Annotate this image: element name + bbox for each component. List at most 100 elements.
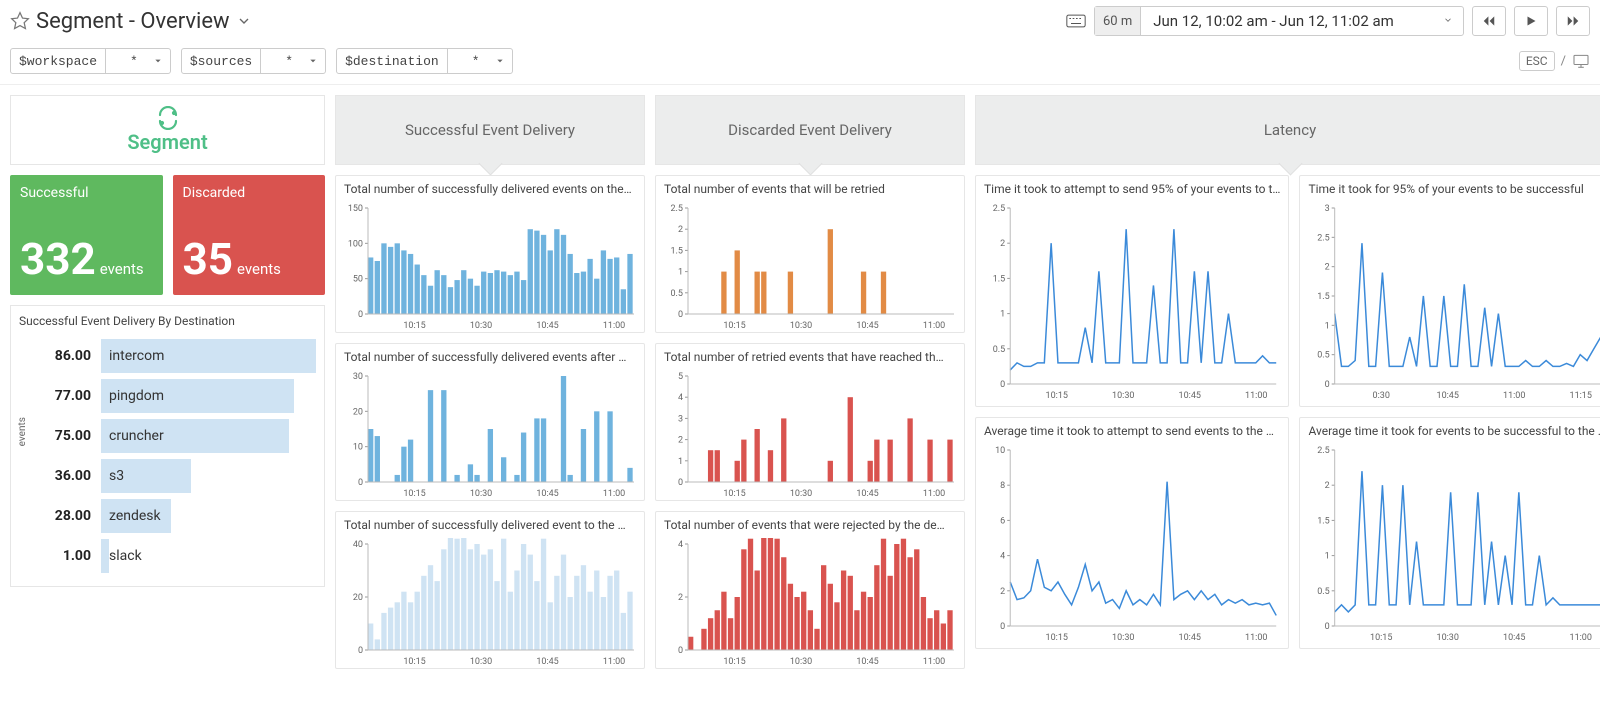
svg-text:10:45: 10:45 [536,321,558,331]
panel-title: Total number of events that were rejecte… [656,512,964,538]
dest-value: 77.00 [35,388,91,404]
svg-text:1.5: 1.5 [1318,292,1331,302]
chart-panel[interactable]: Total number of events that were rejecte… [655,511,965,669]
svg-text:3: 3 [1325,204,1330,214]
svg-text:10:45: 10:45 [1179,633,1201,643]
section-header-successful[interactable]: Successful Event Delivery [335,95,645,165]
stat-value: 35 [183,233,234,285]
chart-panel[interactable]: Total number of retried events that have… [655,343,965,501]
svg-text:2.5: 2.5 [1318,233,1331,243]
dest-value: 1.00 [35,548,91,564]
chevron-down-icon[interactable] [236,13,252,29]
svg-text:10:45: 10:45 [536,657,558,667]
chevron-down-icon [1433,14,1463,29]
chart-panel[interactable]: Average time it took to attempt to send … [975,417,1289,649]
brand-panel: Segment [10,95,325,165]
svg-text:2: 2 [678,436,683,446]
svg-text:1.5: 1.5 [671,246,684,256]
dest-row[interactable]: 28.00 zendesk [35,496,316,536]
workspace-filter[interactable]: $workspace * [10,48,171,74]
svg-text:2.5: 2.5 [671,204,684,214]
svg-text:11:00: 11:00 [1245,391,1267,401]
time-back-button[interactable] [1472,6,1506,36]
stat-label: Discarded [183,185,316,201]
destination-filter[interactable]: $destination * [336,48,512,74]
dest-row[interactable]: 86.00intercom [35,336,316,376]
section-header-discarded[interactable]: Discarded Event Delivery [655,95,965,165]
svg-text:20: 20 [353,593,363,603]
svg-text:10:30: 10:30 [790,489,812,499]
stat-unit: events [237,260,281,278]
chart-panel[interactable]: Time it took for 95% of your events to b… [1299,175,1600,407]
panel-title: Time it took to attempt to send 95% of y… [976,176,1288,202]
page-title[interactable]: Segment - Overview [36,9,230,34]
panel-title: Total number of retried events that have… [656,344,964,370]
svg-text:4: 4 [678,393,683,403]
panel-title: Average time it took for events to be su… [1300,418,1600,444]
svg-text:2: 2 [1000,239,1005,249]
filter-value: * [277,54,301,69]
svg-text:1: 1 [1325,552,1330,562]
svg-text:10:15: 10:15 [403,657,425,667]
svg-text:10:15: 10:15 [403,489,425,499]
svg-text:10:30: 10:30 [1437,633,1459,643]
dest-value: 75.00 [35,428,91,444]
dest-bar: zendesk [101,499,171,533]
svg-text:20: 20 [353,407,363,417]
chart-panel[interactable]: Total number of successfully delivered e… [335,175,645,333]
dest-row[interactable]: 36.00s3 [35,456,316,496]
chart-panel[interactable]: Total number of successfully delivered e… [335,343,645,501]
svg-text:40: 40 [353,540,363,550]
svg-text:0: 0 [1000,622,1005,632]
svg-text:0: 0 [1325,380,1330,390]
chart-panel[interactable]: Total number of successfully delivered e… [335,511,645,669]
sources-filter[interactable]: $sources * [181,48,326,74]
chevron-down-icon [146,54,170,69]
svg-text:10:30: 10:30 [1112,391,1134,401]
time-forward-button[interactable] [1556,6,1590,36]
svg-text:10:45: 10:45 [856,489,878,499]
svg-text:10:15: 10:15 [723,321,745,331]
svg-text:1: 1 [1325,321,1330,331]
time-play-button[interactable] [1514,6,1548,36]
filter-name: $sources [182,54,260,69]
chart-panel[interactable]: Time it took to attempt to send 95% of y… [975,175,1289,407]
svg-text:10:15: 10:15 [1046,633,1068,643]
svg-text:11:00: 11:00 [603,321,625,331]
svg-text:3: 3 [678,414,683,424]
dest-row[interactable]: 77.00pingdom [35,376,316,416]
svg-text:2.5: 2.5 [1318,446,1331,456]
svg-text:10: 10 [353,443,363,453]
star-icon[interactable] [10,11,30,31]
svg-text:0: 0 [358,646,363,656]
panel-title: Total number of events that will be retr… [656,176,964,202]
svg-text:2.5: 2.5 [993,204,1006,214]
svg-text:0.5: 0.5 [671,289,684,299]
panel-title: Average time it took to attempt to send … [976,418,1288,444]
dest-bar: intercom [101,339,316,373]
time-range-picker[interactable]: 60 m Jun 12, 10:02 am - Jun 12, 11:02 am [1094,6,1464,36]
chevron-down-icon [301,54,325,69]
dest-row[interactable]: 1.00 slack [35,536,316,576]
successful-stat[interactable]: Successful 332events [10,175,163,295]
dest-bar: slack [101,539,109,573]
dest-value: 28.00 [35,508,91,524]
panel-title: Total number of successfully delivered e… [336,176,644,202]
dest-row[interactable]: 75.00cruncher [35,416,316,456]
keyboard-icon[interactable] [1066,13,1086,29]
svg-text:10:45: 10:45 [536,489,558,499]
svg-text:2: 2 [678,593,683,603]
brand-name: Segment [127,130,207,154]
svg-text:0.5: 0.5 [1318,351,1331,361]
svg-text:10:15: 10:15 [403,321,425,331]
chart-panel[interactable]: Average time it took for events to be su… [1299,417,1600,649]
monitor-icon[interactable] [1572,54,1590,68]
dest-value: 36.00 [35,468,91,484]
destination-breakdown-panel[interactable]: Successful Event Delivery By Destination… [10,305,325,587]
discarded-stat[interactable]: Discarded 35events [173,175,326,295]
stat-value: 332 [20,233,96,285]
chart-panel[interactable]: Total number of events that will be retr… [655,175,965,333]
svg-text:11:00: 11:00 [603,489,625,499]
time-range-text: Jun 12, 10:02 am - Jun 12, 11:02 am [1141,12,1433,30]
section-header-latency[interactable]: Latency [975,95,1600,165]
